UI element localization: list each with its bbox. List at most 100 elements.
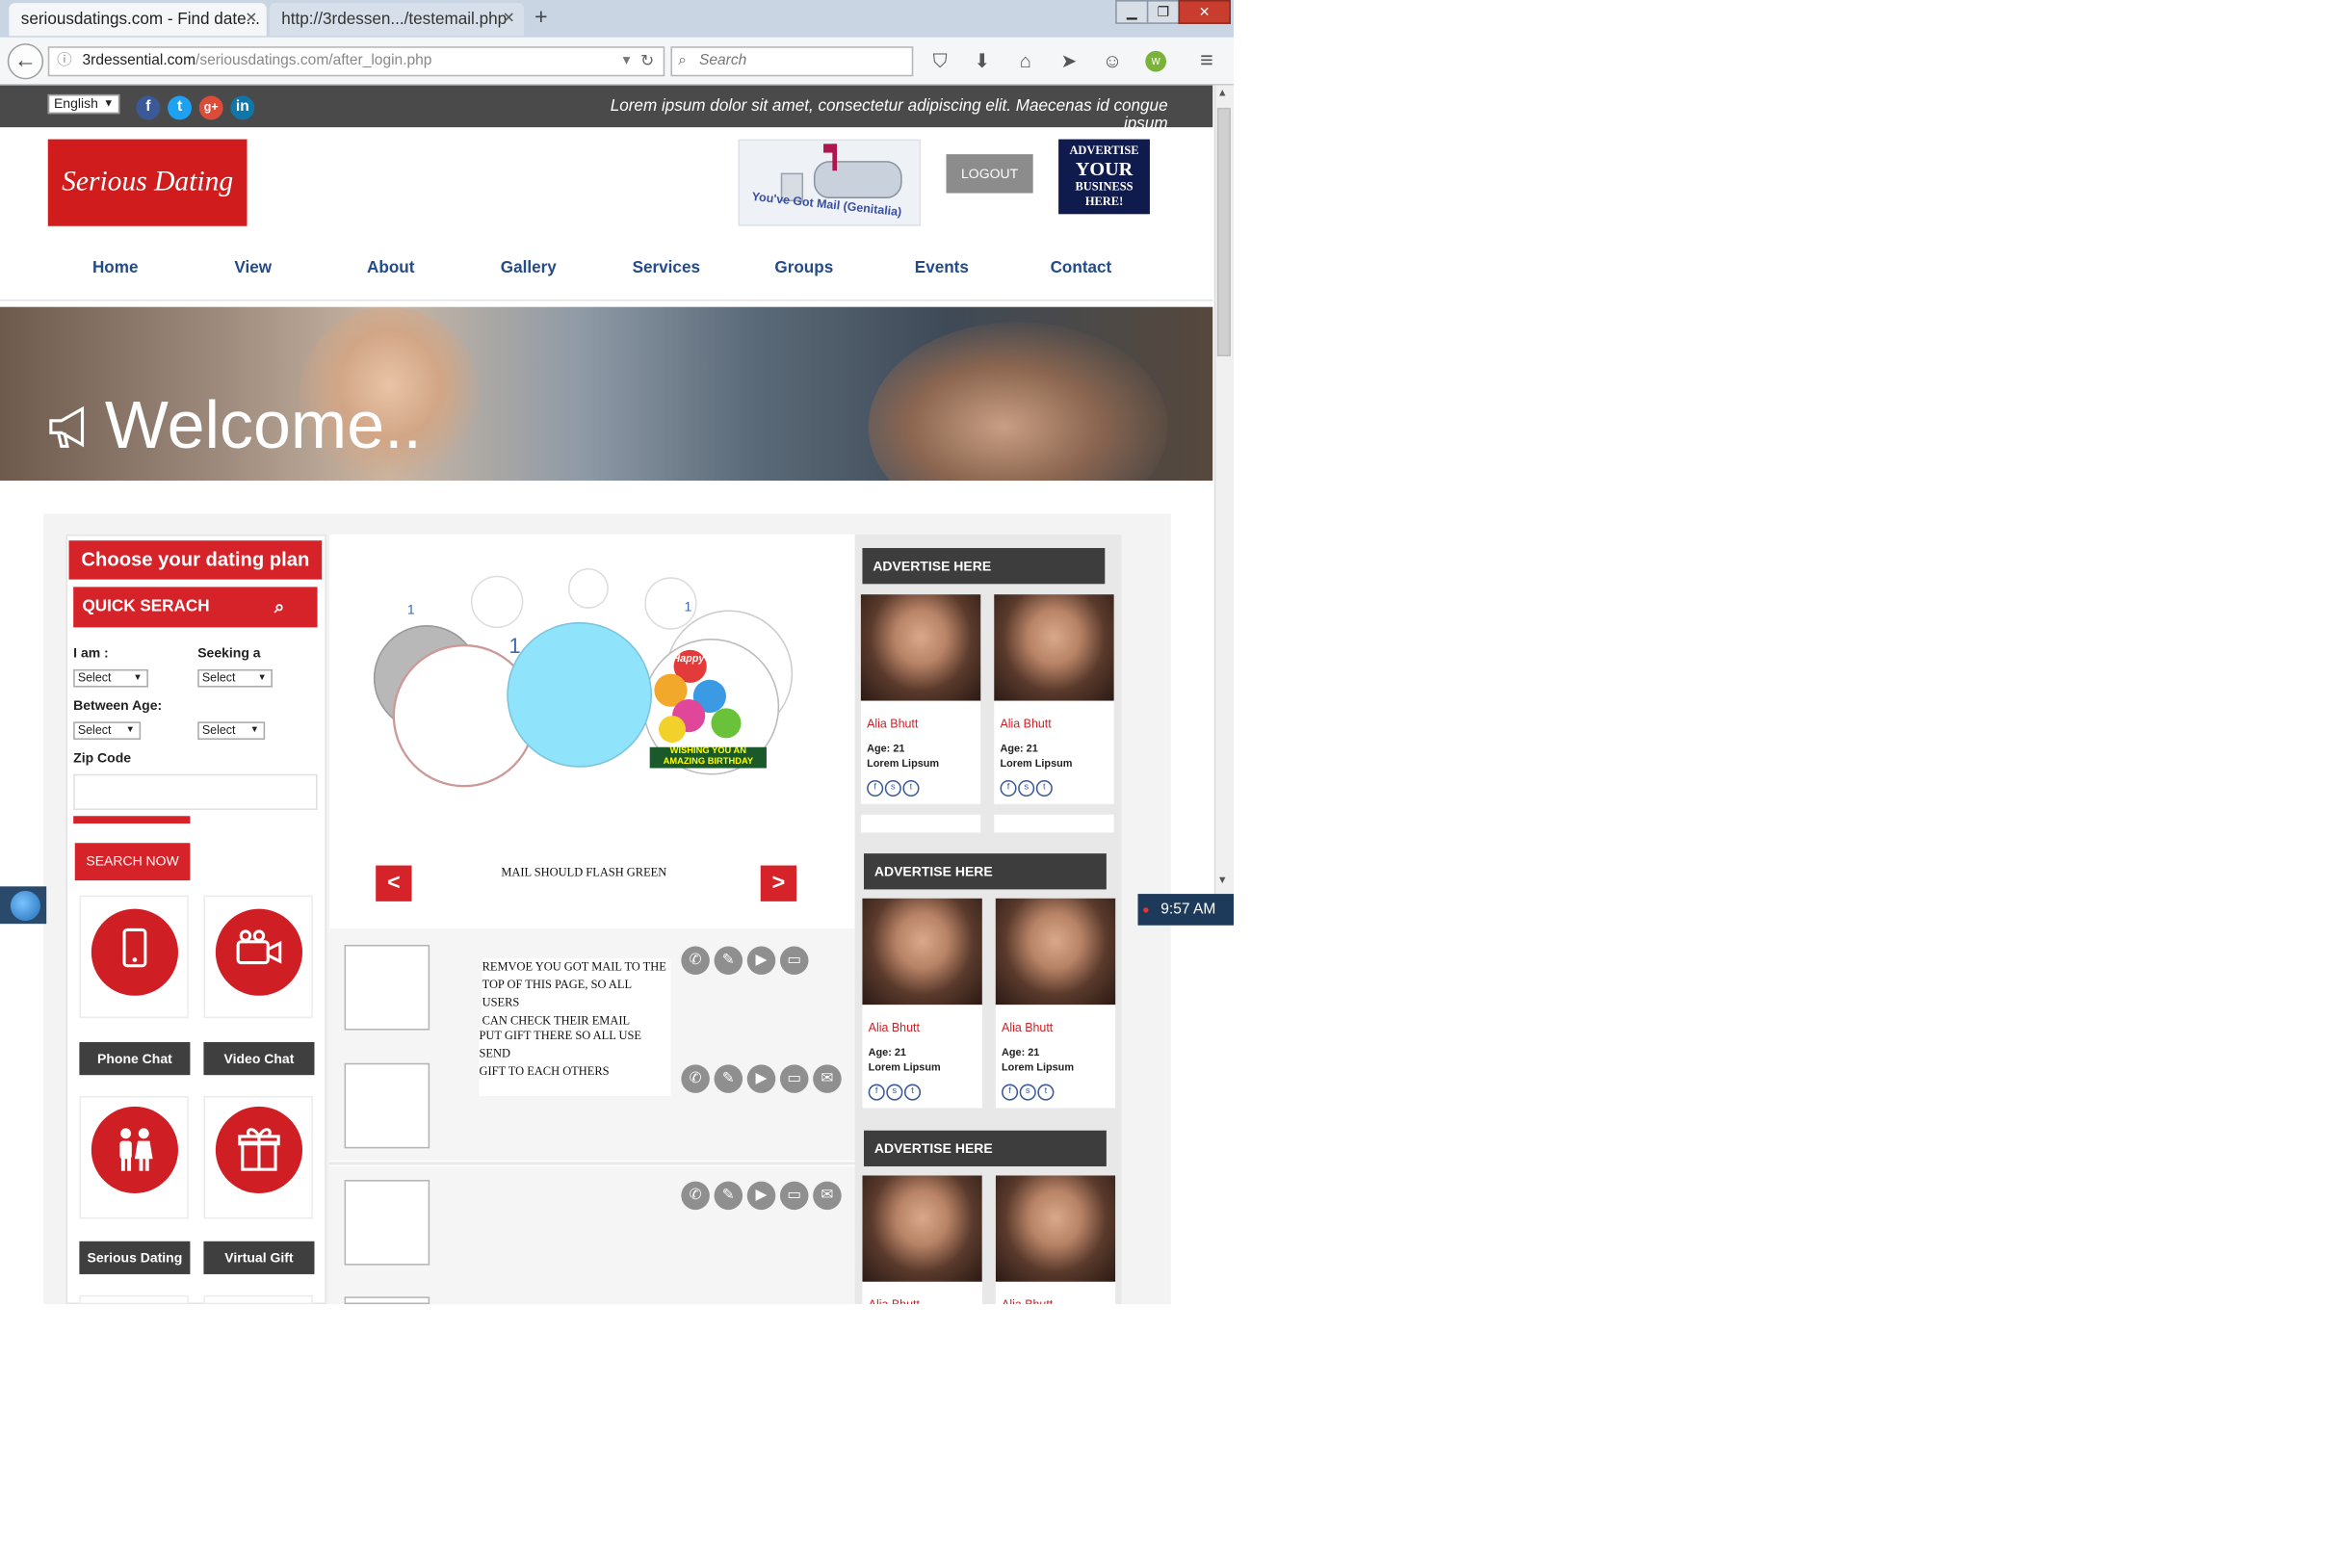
chat-icon[interactable]: ☺	[1101, 49, 1125, 73]
profile-photo[interactable]	[862, 1175, 982, 1282]
site-logo[interactable]: Serious Dating	[47, 139, 248, 226]
browser-search-box[interactable]: ⌕ Search	[670, 46, 914, 77]
age-from-select[interactable]: Select ▼	[73, 721, 142, 740]
video-chat-card[interactable]	[203, 895, 313, 1019]
linkedin-icon[interactable]: in	[230, 95, 255, 120]
nav-gallery[interactable]: Gallery	[469, 259, 588, 277]
profile-name[interactable]: Alia Bhutt	[1000, 718, 1051, 731]
profile-card[interactable]: Alia Bhutt	[995, 1175, 1116, 1305]
nav-groups[interactable]: Groups	[744, 259, 864, 277]
edit-icon[interactable]: ✎	[714, 1064, 743, 1093]
system-clock[interactable]: ● 9:57 AM	[1137, 894, 1234, 926]
scrollbar-thumb[interactable]	[1216, 107, 1231, 356]
phone-chat-label[interactable]: Phone Chat	[79, 1042, 191, 1076]
serious-dating-card[interactable]	[79, 1095, 189, 1219]
advertise-banner[interactable]: ADVERTISE YOUR BUSINESS HERE!	[1058, 139, 1150, 215]
twitter-icon[interactable]: t	[1035, 779, 1053, 797]
member-thumbnail[interactable]	[344, 1296, 430, 1305]
feature-card[interactable]	[79, 1294, 189, 1305]
virtual-gift-label[interactable]: Virtual Gift	[203, 1241, 315, 1274]
profile-name[interactable]: Alia Bhutt	[1002, 1298, 1053, 1304]
edit-icon[interactable]: ✎	[714, 1181, 743, 1211]
feature-card[interactable]	[203, 1294, 313, 1305]
call-icon[interactable]: ✆	[681, 946, 710, 976]
profile-name[interactable]: Alia Bhutt	[867, 718, 918, 731]
scroll-up-icon[interactable]: ▲	[1217, 89, 1228, 99]
logout-button[interactable]: LOGOUT	[946, 154, 1033, 194]
facebook-icon[interactable]: f	[1002, 1084, 1019, 1101]
profile-card[interactable]: Alia Bhutt	[862, 1175, 982, 1305]
close-tab-icon[interactable]: ✕	[245, 3, 257, 36]
twitter-icon[interactable]: t	[168, 95, 192, 120]
download-icon[interactable]: ⬇	[970, 49, 994, 73]
nav-services[interactable]: Services	[607, 259, 726, 277]
reload-icon[interactable]: ↻	[640, 48, 654, 75]
skype-icon[interactable]: s	[1018, 779, 1035, 797]
dating-plan-title[interactable]: Choose your dating plan	[68, 540, 323, 580]
send-icon[interactable]: ➤	[1057, 49, 1082, 73]
minimize-window-icon[interactable]: ▁	[1115, 0, 1149, 24]
profile-photo[interactable]	[862, 898, 982, 1006]
info-icon[interactable]: ⓘ	[57, 48, 72, 75]
browser-tab[interactable]: http://3rdessen.../testemail.php ✕	[269, 3, 525, 37]
phone-chat-card[interactable]	[79, 895, 189, 1019]
dropdown-arrow-icon[interactable]: ▾	[623, 48, 631, 75]
facebook-icon[interactable]: f	[136, 95, 161, 120]
mail-banner[interactable]: You've Got Mail (Genitalia)	[738, 139, 922, 226]
profile-name[interactable]: Alia Bhutt	[869, 1298, 920, 1304]
address-bar[interactable]: ⓘ 3rdessential.com/seriousdatings.com/af…	[47, 46, 665, 77]
profile-name[interactable]: Alia Bhutt	[1002, 1021, 1053, 1034]
back-arrow-icon[interactable]: ←	[7, 43, 44, 80]
i-am-select[interactable]: Select ▼	[73, 668, 148, 688]
mail-icon[interactable]: ✉	[813, 1064, 842, 1093]
video-icon[interactable]: ▶	[746, 1064, 776, 1093]
facebook-icon[interactable]: f	[1000, 779, 1017, 797]
twitter-icon[interactable]: t	[902, 779, 920, 797]
member-thumbnail[interactable]	[344, 944, 430, 1031]
language-select[interactable]: English ▼	[47, 93, 120, 115]
browser-tab-active[interactable]: seriousdatings.com - Find date... ✕	[9, 3, 267, 37]
google-plus-icon[interactable]: g+	[198, 95, 223, 120]
profile-name[interactable]: Alia Bhutt	[869, 1021, 920, 1034]
twitter-icon[interactable]: t	[1037, 1084, 1055, 1101]
search-now-button[interactable]: SEARCH NOW	[74, 843, 191, 881]
profile-card[interactable]: Alia Bhutt Age: 21 Lorem Lipsum f s t	[862, 898, 982, 1109]
profile-photo[interactable]	[995, 1175, 1116, 1282]
age-to-select[interactable]: Select ▼	[197, 721, 266, 740]
slider-prev-button[interactable]: <	[376, 865, 412, 902]
member-thumbnail[interactable]	[344, 1062, 430, 1149]
extension-icon[interactable]: w	[1145, 50, 1167, 72]
message-icon[interactable]: ▭	[779, 1064, 809, 1093]
call-icon[interactable]: ✆	[681, 1181, 710, 1211]
home-icon[interactable]: ⌂	[1013, 49, 1037, 73]
call-icon[interactable]: ✆	[681, 1064, 710, 1093]
profile-card[interactable]: Alia Bhutt Age: 21 Lorem Lipsum f s t	[994, 594, 1114, 804]
nav-view[interactable]: View	[194, 259, 313, 277]
nav-contact[interactable]: Contact	[1021, 259, 1140, 277]
search-icon[interactable]: ⌕	[274, 587, 284, 627]
video-chat-label[interactable]: Video Chat	[203, 1042, 315, 1076]
edit-icon[interactable]: ✎	[714, 946, 743, 976]
facebook-icon[interactable]: f	[867, 779, 884, 797]
close-tab-icon[interactable]: ✕	[503, 3, 515, 36]
restore-window-icon[interactable]: ❐	[1146, 0, 1181, 24]
facebook-icon[interactable]: f	[868, 1084, 885, 1101]
nav-events[interactable]: Events	[882, 259, 1002, 277]
video-icon[interactable]: ▶	[746, 946, 776, 976]
pocket-icon[interactable]: ⛉	[928, 49, 952, 73]
video-icon[interactable]: ▶	[746, 1181, 776, 1211]
new-tab-button[interactable]: +	[534, 5, 548, 30]
skype-icon[interactable]: s	[884, 779, 901, 797]
virtual-gift-card[interactable]	[203, 1095, 313, 1219]
serious-dating-label[interactable]: Serious Dating	[79, 1241, 191, 1274]
mail-icon[interactable]: ✉	[813, 1181, 842, 1211]
start-button[interactable]	[0, 886, 47, 925]
nav-about[interactable]: About	[331, 259, 451, 277]
profile-photo[interactable]	[860, 594, 981, 701]
twitter-icon[interactable]: t	[903, 1084, 922, 1101]
hamburger-menu-icon[interactable]: ≡	[1195, 49, 1219, 73]
skype-icon[interactable]: s	[886, 1084, 903, 1101]
skype-icon[interactable]: s	[1019, 1084, 1036, 1101]
profile-card[interactable]: Alia Bhutt Age: 21 Lorem Lipsum f s t	[995, 898, 1116, 1109]
member-thumbnail[interactable]	[344, 1180, 430, 1266]
